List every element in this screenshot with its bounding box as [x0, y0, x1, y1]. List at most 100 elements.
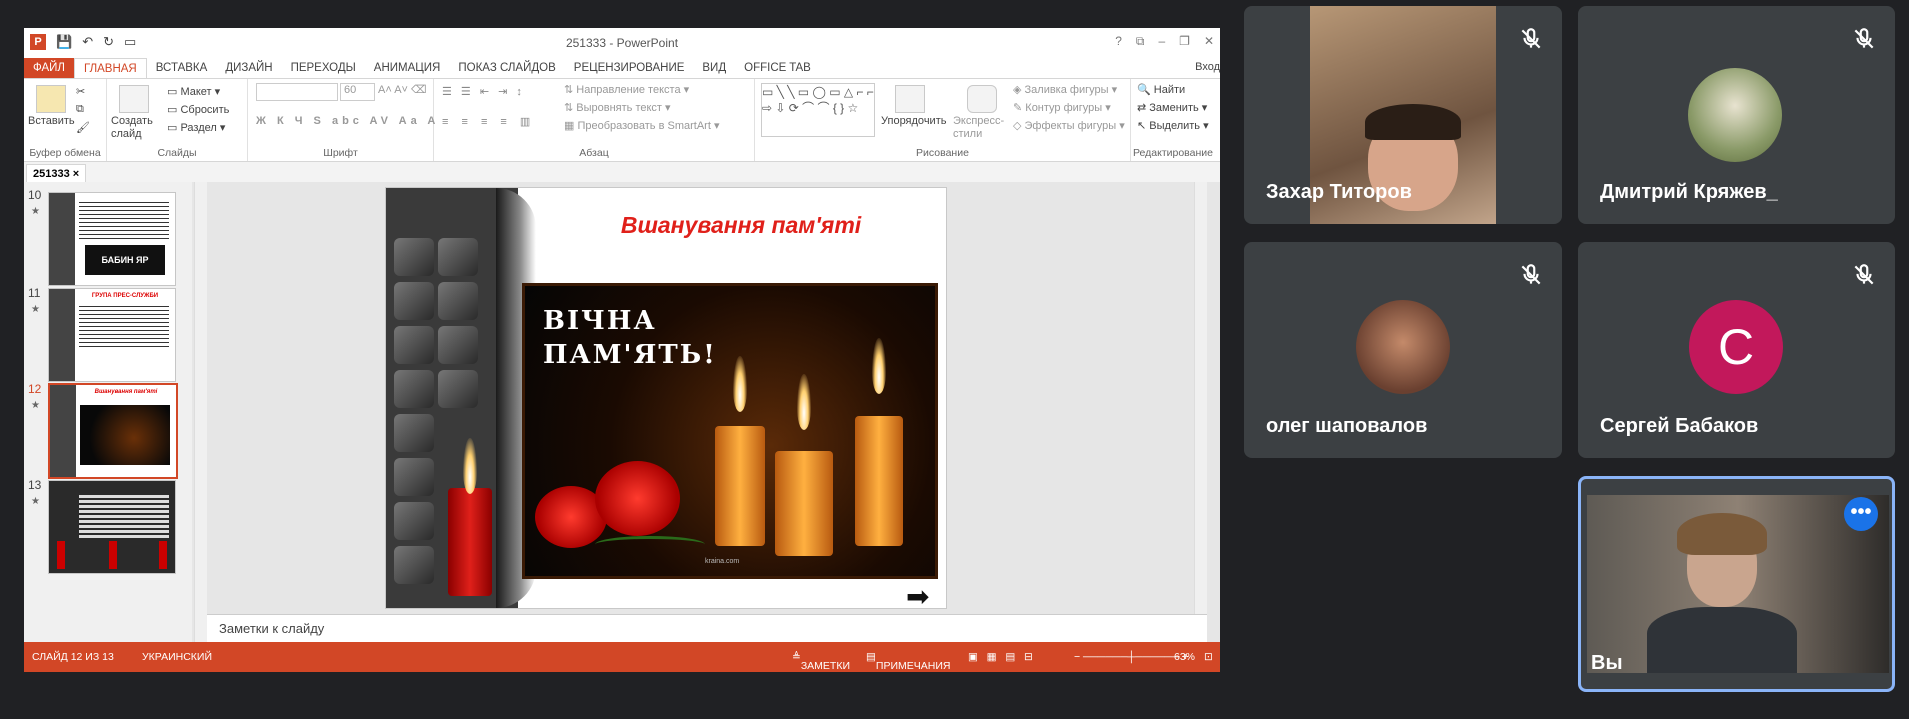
thumb-caption: Вшанування пам'яті	[94, 389, 158, 395]
slide-thumbnail-11[interactable]: ГРУПА ПРЕС-СЛУЖБИ	[48, 288, 176, 382]
participant-tile-1[interactable]: Захар Титоров	[1244, 6, 1562, 224]
tab-design[interactable]: ДИЗАЙН	[216, 58, 281, 78]
quick-styles-icon[interactable]	[967, 85, 997, 113]
thumb-bg	[50, 385, 76, 477]
thumb-text-lines	[79, 199, 169, 239]
shape-effects-button[interactable]: ◇ Эффекты фигуры ▾	[1013, 119, 1125, 132]
participant-name: Захар Титоров	[1266, 181, 1412, 203]
fit-to-window-icon[interactable]: ⊡	[1204, 651, 1213, 663]
shapes-gallery[interactable]: ▭ ╲ ╲ ▭ ◯ ▭ △ ⌐ ⌐ ⇨ ⇩ ⟳ ⌒ ⌒ { } ☆	[761, 83, 875, 137]
shape-outline-button[interactable]: ✎ Контур фигуры ▾	[1013, 101, 1111, 114]
slide-scrollbar[interactable]	[1194, 182, 1207, 614]
slide-thumbnail-13[interactable]	[48, 480, 176, 574]
arrange-icon[interactable]	[895, 85, 925, 113]
slide-counter: СЛАЙД 12 ИЗ 13	[32, 651, 114, 663]
font-size-select[interactable]: 60	[340, 83, 375, 101]
ribbon-options-icon[interactable]: ⧉	[1136, 34, 1145, 49]
more-options-icon[interactable]: •••	[1844, 497, 1878, 531]
new-slide-button[interactable]: Создать слайд	[111, 115, 163, 141]
convert-smartart-button[interactable]: ▦ Преобразовать в SmartArt ▾	[564, 119, 719, 132]
animation-star-icon: ★	[31, 206, 40, 217]
tab-animations[interactable]: АНИМАЦИЯ	[365, 58, 450, 78]
tab-office-tab[interactable]: OFFICE TAB	[735, 58, 820, 78]
shape-fill-button[interactable]: ◈ Заливка фигуры ▾	[1013, 83, 1117, 96]
carnation-flower	[595, 461, 680, 536]
candle	[715, 426, 765, 546]
group-label-editing: Редактирование	[1133, 147, 1213, 159]
current-slide[interactable]: Вшанування пам'яті ВІЧНА ПАМ'ЯТЬ! kraina…	[385, 187, 947, 609]
participant-tile-4[interactable]: С Сергей Бабаков	[1578, 242, 1895, 458]
font-format-icons[interactable]: Ж К Ч S abc AV Aa A	[256, 115, 439, 127]
tab-file[interactable]: ФАЙЛ	[24, 58, 74, 78]
paste-button[interactable]: Вставить	[28, 115, 75, 127]
document-tab[interactable]: 251333 ×	[26, 164, 87, 184]
format-painter-icon[interactable]: 🖌	[76, 121, 90, 134]
view-buttons[interactable]: ▣ ▦ ▤ ⊟	[968, 651, 1033, 663]
new-slide-icon[interactable]	[119, 85, 149, 113]
thumb-candle	[109, 541, 117, 569]
list-indent-icons[interactable]: ☰ ☰ ⇤ ⇥ ↕	[442, 85, 525, 98]
participant-tile-2[interactable]: Дмитрий Кряжев_	[1578, 6, 1895, 224]
arrange-button[interactable]: Упорядочить	[881, 115, 946, 127]
participant-name: Сергей Бабаков	[1600, 415, 1759, 437]
convert-smartart-label: Преобразовать в SmartArt	[577, 120, 711, 132]
participant-name: Дмитрий Кряжев_	[1600, 181, 1778, 203]
find-button[interactable]: 🔍 Найти	[1137, 83, 1185, 96]
window-controls: ? ⧉ – ❐ ✕	[1115, 34, 1214, 49]
alignment-icons[interactable]: ≡ ≡ ≡ ≡ ▥	[442, 115, 535, 128]
mic-off-icon	[1521, 264, 1541, 285]
zoom-level[interactable]: 63%	[1174, 651, 1195, 663]
close-icon[interactable]: ✕	[1204, 34, 1214, 49]
notes-toggle[interactable]: ≜ ЗАМЕТКИ	[792, 651, 850, 672]
thumb-candle	[159, 541, 167, 569]
status-bar: СЛАЙД 12 ИЗ 13 УКРАИНСКИЙ ≜ ЗАМЕТКИ ▤ ПР…	[24, 642, 1220, 672]
font-name-select[interactable]	[256, 83, 338, 101]
slide-title[interactable]: Вшанування пам'яті	[551, 212, 931, 239]
notes-pane[interactable]: Заметки к слайду	[207, 614, 1207, 642]
select-button[interactable]: ↖ Выделить ▾	[1137, 119, 1209, 132]
reset-button[interactable]: ▭ Сбросить	[167, 103, 229, 116]
minimize-icon[interactable]: –	[1158, 34, 1165, 49]
text-direction-button[interactable]: ⇅ Направление текста ▾	[564, 83, 689, 96]
memorial-candles-image[interactable]: ВІЧНА ПАМ'ЯТЬ! kraina.com	[522, 283, 938, 579]
cut-icon[interactable]: ✂	[76, 85, 85, 98]
self-name: Вы	[1591, 652, 1623, 674]
tab-review[interactable]: РЕЦЕНЗИРОВАНИЕ	[565, 58, 694, 78]
close-tab-icon[interactable]: ×	[73, 168, 79, 180]
copy-icon[interactable]: ⧉	[76, 103, 84, 116]
grow-shrink-font-icon[interactable]: A˄ A˅ ⌫	[378, 83, 427, 96]
decor-tile	[394, 238, 434, 276]
hair-shape	[1677, 513, 1767, 555]
self-view-tile[interactable]: Вы •••	[1578, 476, 1895, 692]
tab-home[interactable]: ГЛАВНАЯ	[73, 57, 147, 79]
slide-thumbnail-12[interactable]: Вшанування пам'яті	[48, 383, 178, 479]
slide-thumbnail-10[interactable]: БАБИН ЯР	[48, 192, 176, 286]
comments-toggle[interactable]: ▤ ПРИМЕЧАНИЯ	[866, 651, 950, 672]
help-icon[interactable]: ?	[1115, 34, 1122, 49]
restore-icon[interactable]: ❐	[1179, 34, 1190, 49]
workspace: 10 ★ БАБИН ЯР 11 ★ ГРУПА ПРЕС-СЛУЖБИ 12 …	[24, 182, 1220, 642]
tab-insert[interactable]: ВСТАВКА	[147, 58, 217, 78]
quick-styles-button[interactable]: Экспресс-стили	[953, 115, 1009, 141]
animation-star-icon: ★	[31, 304, 40, 315]
image-watermark: kraina.com	[705, 558, 740, 565]
candle-flame	[797, 374, 811, 430]
group-label-slides: Слайды	[157, 147, 197, 159]
tab-view[interactable]: ВИД	[693, 58, 735, 78]
align-text-button[interactable]: ⇅ Выровнять текст ▾	[564, 101, 671, 114]
participant-tile-3[interactable]: олег шаповалов	[1244, 242, 1562, 458]
thumbnails-scrollbar[interactable]	[194, 182, 207, 642]
next-arrow-icon[interactable]: ➡	[906, 580, 929, 608]
window-title: 251333 - PowerPoint	[565, 36, 679, 50]
tab-slideshow[interactable]: ПОКАЗ СЛАЙДОВ	[449, 58, 564, 78]
powerpoint-window: P 💾 ↶ ↻ ▭ 251333 - PowerPoint ? ⧉ – ❐ ✕ …	[24, 28, 1220, 672]
zoom-slider[interactable]: − ──────┼────── +	[1074, 651, 1189, 663]
sign-in-link[interactable]: Вход	[1195, 61, 1220, 73]
paste-icon[interactable]	[36, 85, 66, 113]
tab-transitions[interactable]: ПЕРЕХОДЫ	[282, 58, 365, 78]
layout-button[interactable]: ▭ Макет ▾	[167, 85, 220, 98]
section-button[interactable]: ▭ Раздел ▾	[167, 121, 225, 134]
replace-button[interactable]: ⇄ Заменить ▾	[1137, 101, 1207, 114]
text-direction-label: Направление текста	[576, 84, 681, 96]
language-indicator[interactable]: УКРАИНСКИЙ	[142, 651, 212, 663]
